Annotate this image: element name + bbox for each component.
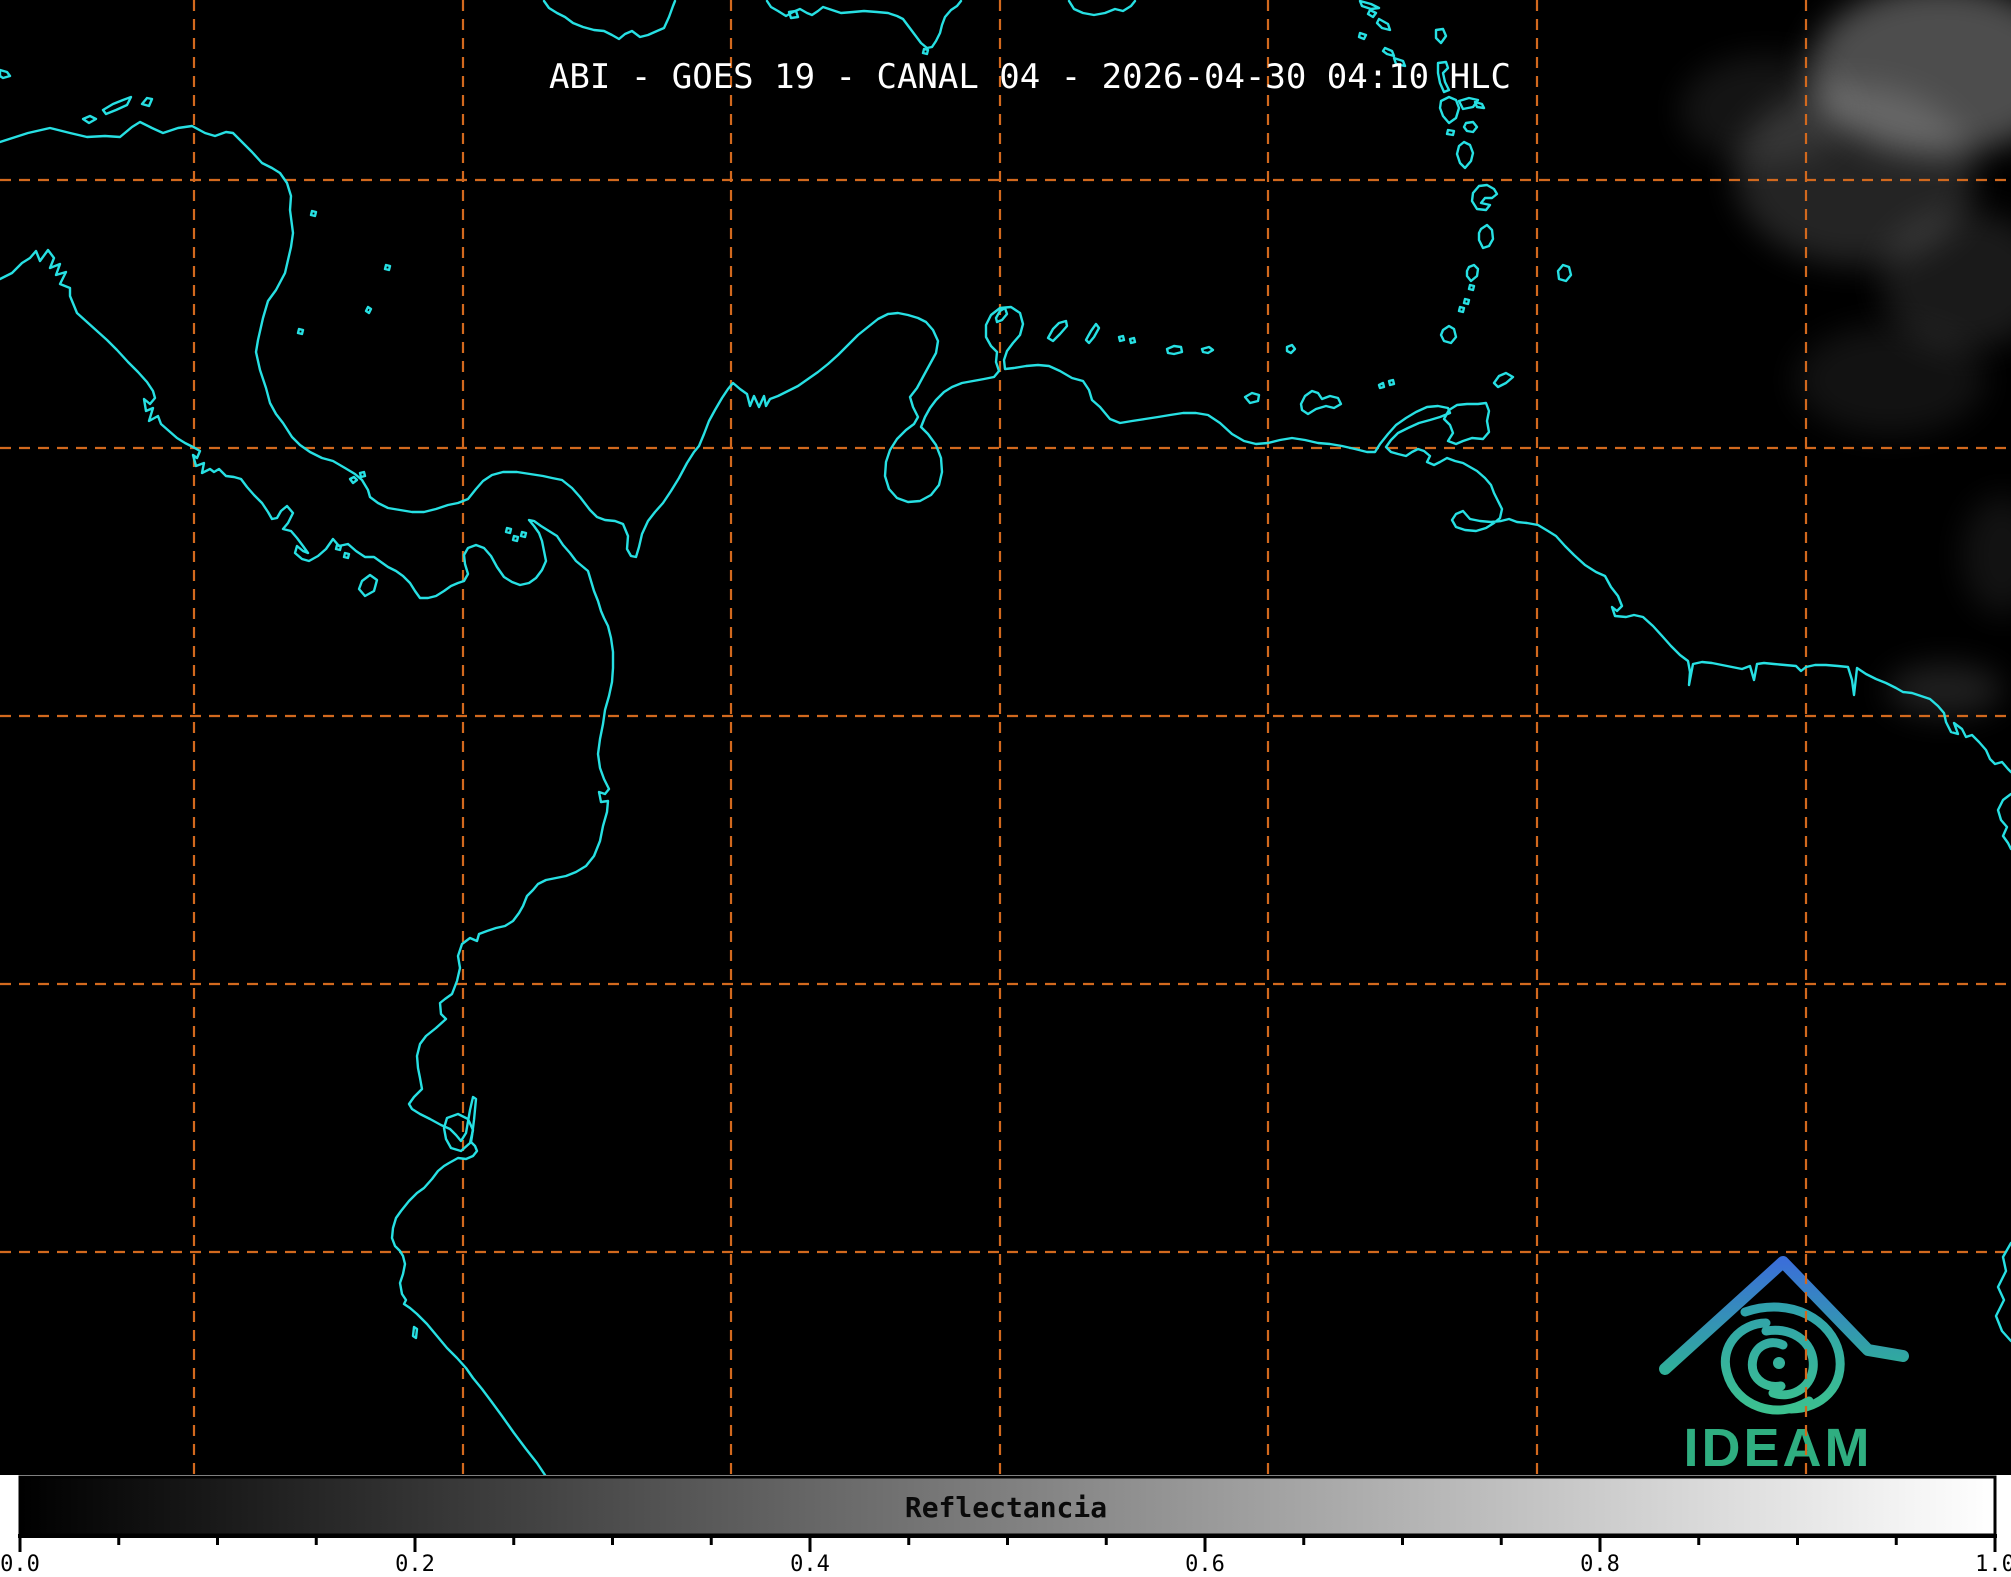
satellite-scene: IDEAM ABI - GOES 19 - CANAL 04 - 2026-04… bbox=[0, 0, 2011, 1577]
goes-satellite-frame: IDEAM ABI - GOES 19 - CANAL 04 - 2026-04… bbox=[0, 0, 2011, 1577]
colorbar-tick-label: 0.6 bbox=[1185, 1552, 1225, 1577]
colorbar-tick-label: 0.0 bbox=[0, 1552, 40, 1577]
map-title: ABI - GOES 19 - CANAL 04 - 2026-04-30 04… bbox=[549, 57, 1511, 97]
colorbar: Reflectancia 0.0 0.2 0.4 0.6 0.8 1.0 bbox=[0, 1475, 2011, 1577]
map-background bbox=[0, 0, 2011, 1475]
colorbar-tick-label: 0.2 bbox=[395, 1552, 435, 1577]
cloud-patch bbox=[1680, 55, 1850, 165]
colorbar-tick-label: 1.0 bbox=[1975, 1552, 2011, 1577]
cloud-patch bbox=[1795, 325, 1985, 435]
cloud-patch bbox=[1887, 664, 2003, 716]
colorbar-label: Reflectancia bbox=[905, 1491, 1107, 1524]
colorbar-tick-label: 0.8 bbox=[1580, 1552, 1620, 1577]
ideam-logo-text: IDEAM bbox=[1684, 1418, 1873, 1478]
colorbar-tick-label: 0.4 bbox=[790, 1552, 830, 1577]
